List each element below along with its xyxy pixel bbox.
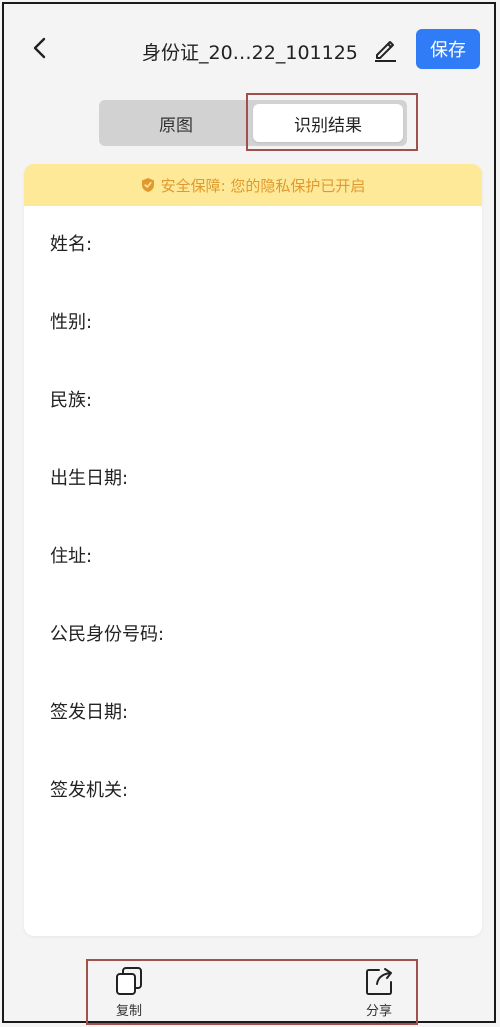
field-id-number-label: 公民身份号码: (50, 624, 165, 645)
save-button[interactable]: 保存 (416, 29, 480, 69)
view-toggle: 原图 识别结果 (99, 100, 407, 146)
field-issuing-authority-label: 签发机关: (50, 780, 129, 801)
field-issue-date-label: 签发日期: (50, 702, 129, 723)
field-address-label: 住址: (50, 546, 93, 567)
header: 身份证_20…22_101125 保存 (4, 4, 494, 96)
field-birthdate-label: 出生日期: (50, 468, 129, 489)
pencil-icon (375, 41, 396, 62)
document-title: 身份证_20…22_101125 (142, 42, 358, 64)
back-button[interactable] (24, 32, 56, 64)
tab-original-image[interactable]: 原图 (99, 100, 253, 146)
field-gender-label: 性别: (50, 312, 93, 333)
privacy-banner: 安全保障: 您的隐私保护已开启 (24, 164, 482, 206)
result-card: 安全保障: 您的隐私保护已开启 姓名: 性别: 民族: 出生日期: 住址: 公民… (24, 164, 482, 936)
share-label: 分享 (365, 1004, 392, 1019)
privacy-banner-text: 安全保障: 您的隐私保护已开启 (160, 176, 366, 195)
shield-check-icon (141, 178, 154, 192)
share-button[interactable]: 分享 (349, 966, 409, 1024)
field-ethnicity-label: 民族: (50, 390, 93, 411)
chevron-left-icon (33, 37, 46, 59)
copy-label: 复制 (115, 1004, 142, 1019)
copy-button[interactable]: 复制 (99, 966, 159, 1024)
app-screen: 身份证_20…22_101125 保存 原图 识别结果 安全保障: 您的隐私保护… (2, 2, 496, 1025)
edit-title-button[interactable] (372, 36, 398, 62)
share-icon (366, 968, 392, 995)
field-name-label: 姓名: (50, 234, 93, 255)
copy-icon (116, 967, 142, 995)
tab-recognition-result[interactable]: 识别结果 (253, 104, 403, 142)
